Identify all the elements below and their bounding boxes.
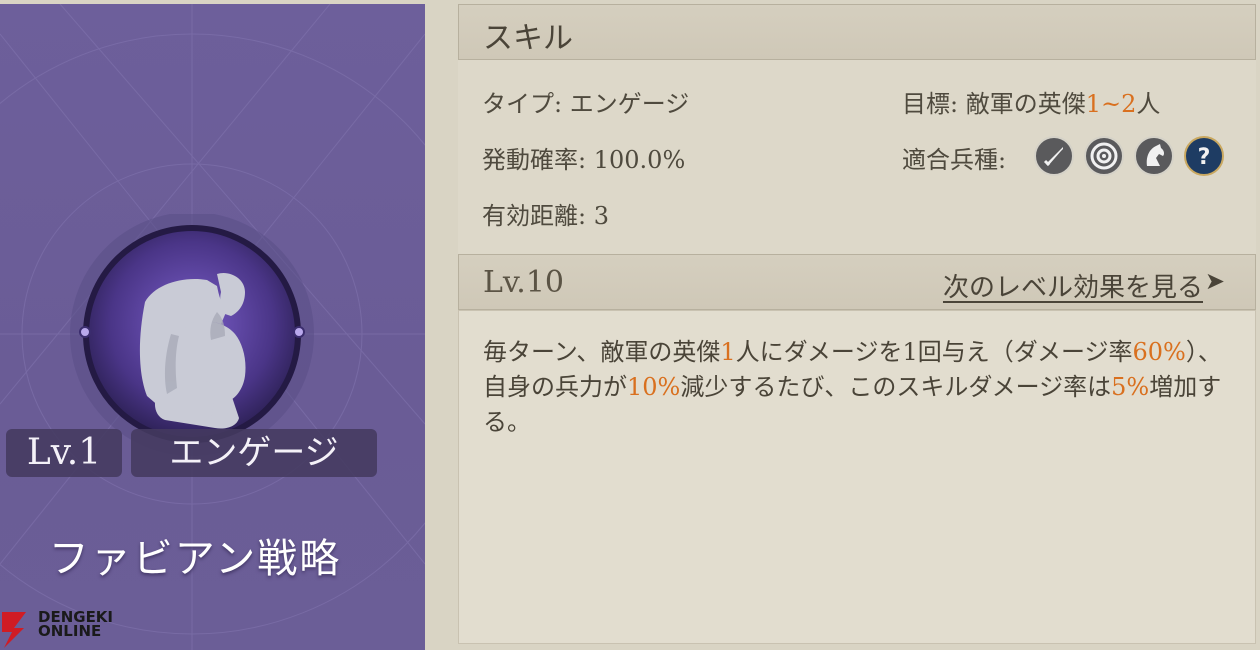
desc-part-1: 毎ターン、敵軍の英傑	[483, 338, 721, 366]
level-section-header: Lv.10 次のレベル効果を見る ➤	[458, 254, 1256, 310]
activation-rate-stat: 発動確率: 100.0%	[482, 140, 685, 175]
skill-detail-panel: スキル タイプ: エンゲージ 発動確率: 100.0% 有効距離: 3 目標: …	[458, 0, 1256, 650]
horse-icon[interactable]	[1134, 136, 1174, 176]
svg-text:?: ?	[1198, 145, 1211, 170]
target-label: 目標:	[902, 90, 959, 118]
desc-highlight-1: 1	[720, 338, 736, 366]
target-text: 敵軍の英傑	[965, 90, 1086, 118]
desc-part-2: 人にダメージを1回与え（ダメージ率	[735, 338, 1133, 366]
skill-stats: タイプ: エンゲージ 発動確率: 100.0% 有効距離: 3 目標: 敵軍の英…	[458, 60, 1256, 254]
skill-type-label: タイプ:	[482, 90, 563, 118]
next-level-effect-link[interactable]: 次のレベル効果を見る	[943, 267, 1203, 304]
skill-section-header: スキル	[458, 4, 1256, 60]
arrow-right-icon[interactable]: ➤	[1205, 267, 1225, 295]
effective-range-stat: 有効距離: 3	[482, 196, 609, 231]
desc-highlight-3: 10%	[627, 373, 681, 401]
skill-type-value: エンゲージ	[569, 90, 690, 118]
skill-type-stat: タイプ: エンゲージ	[482, 84, 689, 119]
card-skill-type-badge: エンゲージ	[131, 429, 377, 477]
target-count: 1~2	[1085, 90, 1137, 118]
troop-type-label: 適合兵種:	[902, 146, 1007, 174]
skill-description: 毎ターン、敵軍の英傑1人にダメージを1回与え（ダメージ率60%）、自身の兵力が1…	[483, 335, 1223, 440]
activation-rate-label: 発動確率:	[482, 146, 587, 174]
question-icon[interactable]: ?	[1184, 136, 1224, 176]
card-level-badge: Lv.1	[6, 429, 122, 477]
dengeki-online-logo: DENGEKI ONLINE	[38, 610, 113, 640]
skill-description-box: 毎ターン、敵軍の英傑1人にダメージを1回与え（ダメージ率60%）、自身の兵力が1…	[458, 310, 1256, 644]
skill-name-title: ファビアン戦略	[48, 536, 342, 582]
logo-line-2: ONLINE	[38, 622, 102, 640]
troop-type-stat: 適合兵種:	[902, 140, 1006, 175]
target-stat: 目標: 敵軍の英傑1~2人	[902, 84, 1160, 119]
target-icon[interactable]	[1084, 136, 1124, 176]
activation-rate-value: 100.0%	[593, 146, 686, 174]
thinker-statue-icon	[70, 214, 314, 456]
skill-header-title: スキル	[483, 21, 573, 56]
effective-range-value: 3	[593, 202, 610, 230]
sword-icon[interactable]	[1034, 136, 1074, 176]
level-label: Lv.10	[483, 265, 565, 300]
desc-highlight-4: 5%	[1111, 373, 1150, 401]
desc-part-4: 減少するたび、このスキルダメージ率は	[680, 373, 1112, 401]
skill-card: Lv.1 エンゲージ ファビアン戦略	[0, 4, 425, 650]
effective-range-label: 有効距離:	[482, 202, 587, 230]
desc-highlight-2: 60%	[1132, 338, 1186, 366]
target-unit: 人	[1136, 90, 1161, 118]
